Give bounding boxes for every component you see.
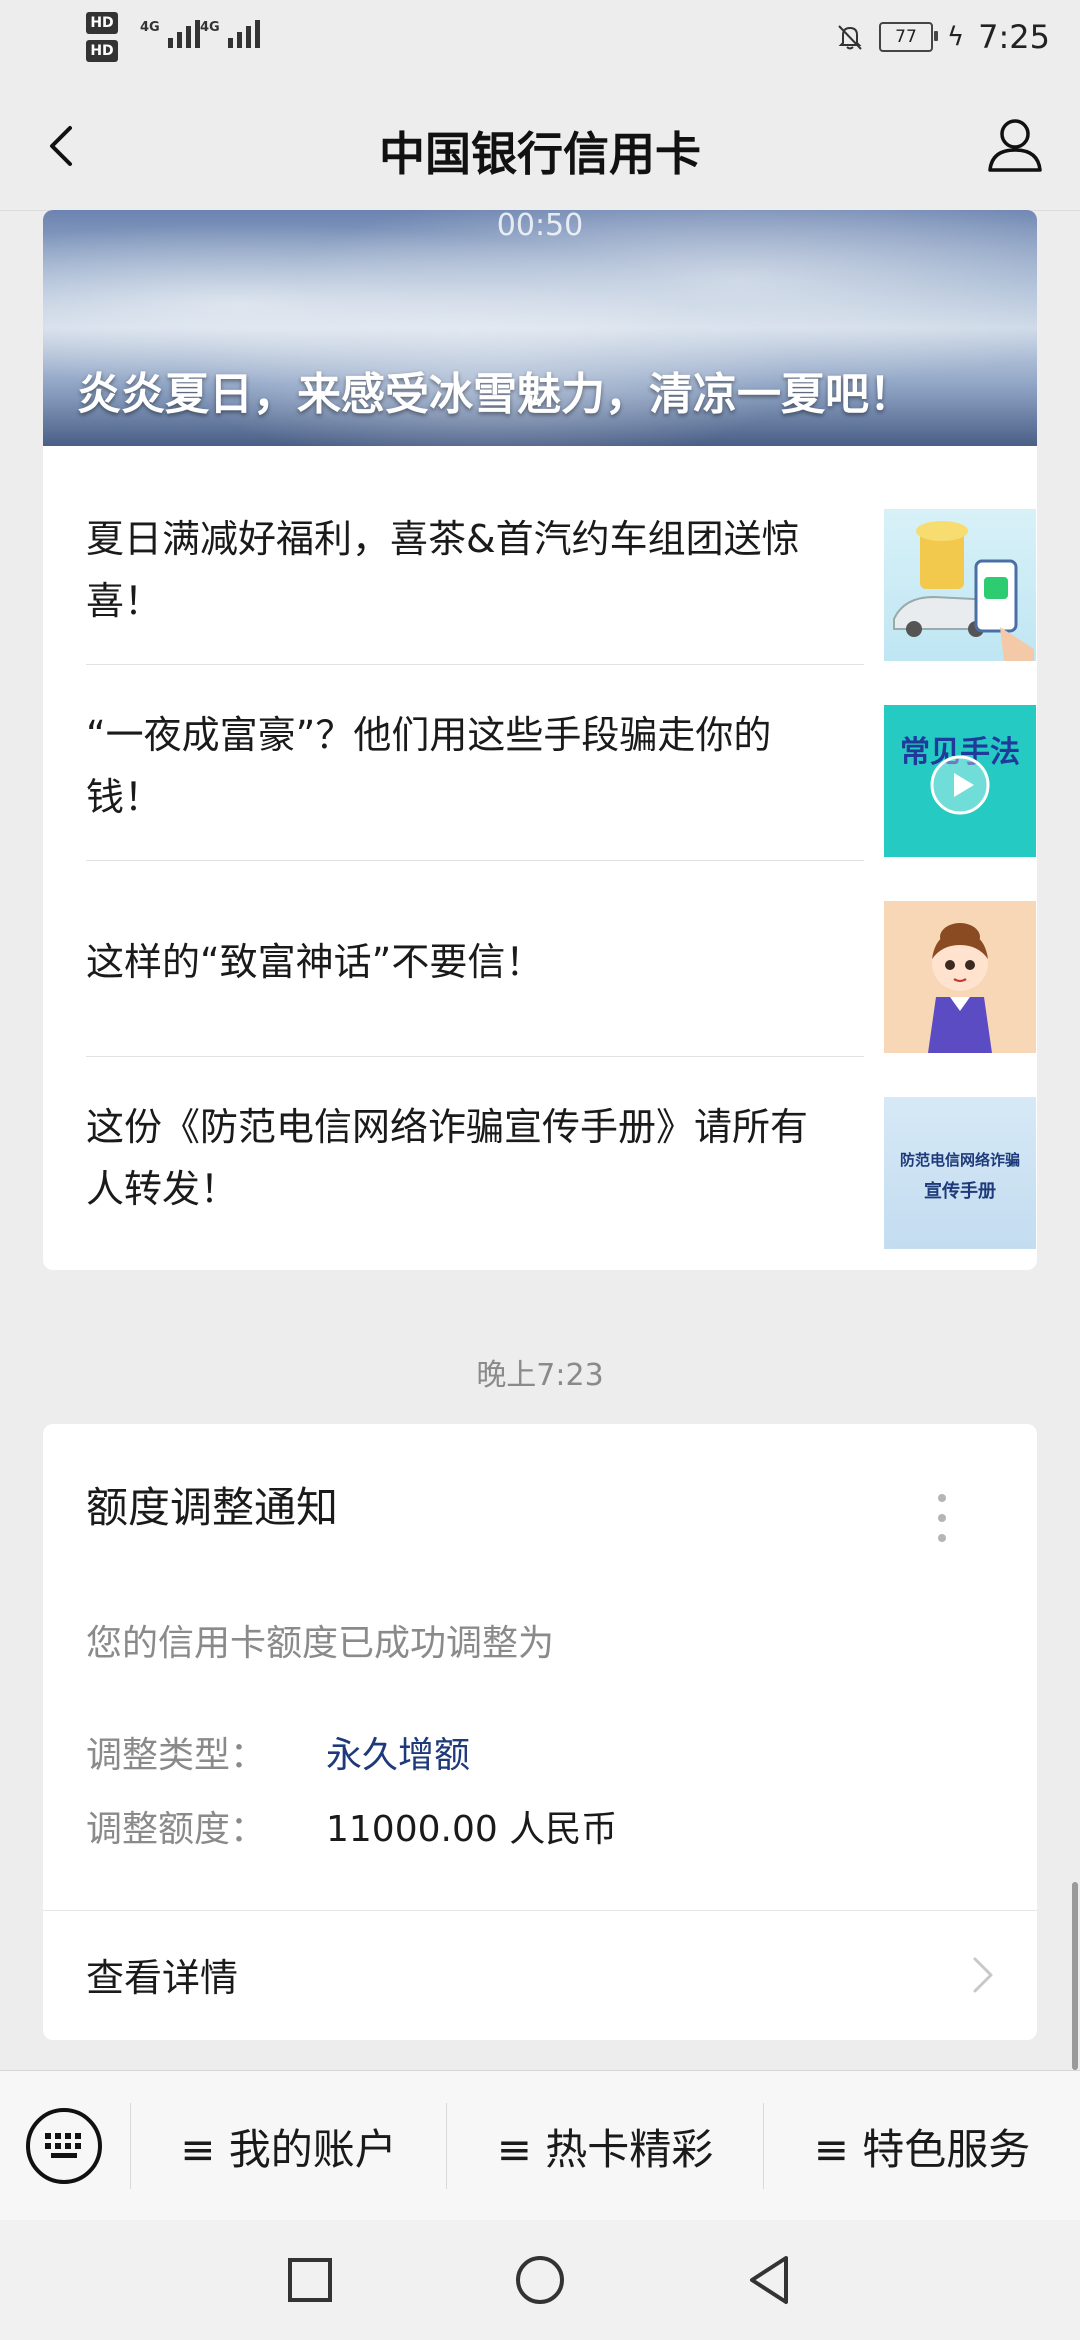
banner-video-time: 00:50 [496, 210, 584, 243]
bottom-menu: ≡ 我的账户 ≡ 热卡精彩 ≡ 特色服务 [0, 2070, 1080, 2221]
person-icon[interactable] [980, 110, 1050, 180]
cartoon-girl-thumbnail [884, 901, 1036, 1053]
recents-square-icon[interactable] [280, 2250, 340, 2310]
view-details-link[interactable]: 查看详情 [43, 1911, 1037, 2040]
adjust-type-label: 调整类型： [86, 1735, 267, 1776]
menu-special-services[interactable]: ≡ 特色服务 [764, 2071, 1080, 2221]
system-nav-bar [0, 2220, 1080, 2340]
menu-hot-cards[interactable]: ≡ 热卡精彩 [447, 2071, 763, 2221]
notice-title: 额度调整通知 [86, 1483, 339, 1532]
news-item-title: 夏日满减好福利，喜茶&首汽约车组团送惊喜！ [86, 517, 800, 623]
network-type-label-2: 4G [200, 20, 220, 35]
thumbnail-text-2: 宣传手册 [924, 1181, 996, 1202]
menu-my-account[interactable]: ≡ 我的账户 [131, 2071, 446, 2221]
banner-article[interactable]: 00:50 炎炎夏日，来感受冰雪魅力，清凉一夏吧！ [43, 210, 1037, 446]
chevron-right-icon [973, 1957, 993, 1993]
divider [86, 1056, 864, 1057]
notice-card: 额度调整通知 您的信用卡额度已成功调整为 调整类型： 永久增额 调整额度： 1100… [43, 1424, 1037, 2040]
chat-content[interactable]: 00:50 炎炎夏日，来感受冰雪魅力，清凉一夏吧！ 夏日满减好福利，喜茶&首汽约… [0, 210, 1080, 2070]
news-item-title: 这样的“致富神话”不要信！ [86, 940, 544, 984]
news-item-4[interactable]: 这份《防范电信网络诈骗宣传手册》请所有人转发！ 防范电信网络诈骗 宣传手册 [86, 1060, 1036, 1256]
clock: 7:25 [978, 18, 1050, 56]
signal-icon-2: 4G [200, 20, 260, 48]
adjust-type-row: 调整类型： 永久增额 [86, 1726, 470, 1778]
news-item-2[interactable]: “一夜成富豪”？他们用这些手段骗走你的钱！ 常见手法 [86, 668, 1036, 864]
adjust-amount-value: 11000.00 人民币 [326, 1809, 618, 1850]
divider [86, 664, 864, 665]
news-item-title: 这份《防范电信网络诈骗宣传手册》请所有人转发！ [86, 1105, 809, 1211]
adjust-type-value: 永久增额 [326, 1735, 471, 1776]
banner-caption: 炎炎夏日，来感受冰雪魅力，清凉一夏吧！ [77, 369, 913, 420]
news-card: 00:50 炎炎夏日，来感受冰雪魅力，清凉一夏吧！ 夏日满减好福利，喜茶&首汽约… [43, 210, 1037, 1270]
status-right: 77 ϟ 7:25 [835, 18, 1050, 56]
thumbnail-text-1: 防范电信网络诈骗 [899, 1151, 1020, 1169]
news-item-title: “一夜成富豪”？他们用这些手段骗走你的钱！ [86, 713, 772, 819]
video-thumbnail: 常见手法 [884, 705, 1036, 857]
nav-header: 中国银行信用卡 [0, 80, 1080, 211]
status-bar: HD HD 4G 4G 77 ϟ 7:25 [0, 0, 1080, 80]
handbook-thumbnail: 防范电信网络诈骗 宣传手册 [884, 1097, 1036, 1249]
back-triangle-icon[interactable] [740, 2250, 800, 2310]
adjust-amount-label: 调整额度： [86, 1809, 267, 1850]
more-vertical-icon[interactable] [927, 1494, 957, 1554]
news-item-3[interactable]: 这样的“致富神话”不要信！ [86, 864, 1036, 1060]
home-circle-icon[interactable] [510, 2250, 570, 2310]
hd-indicators: HD HD [86, 12, 118, 62]
battery-icon: 77 [878, 22, 938, 52]
keyboard-icon[interactable] [26, 2108, 102, 2184]
view-details-label: 查看详情 [86, 1956, 239, 2000]
bell-off-icon [838, 25, 862, 50]
notice-description: 您的信用卡额度已成功调整为 [86, 1623, 555, 1664]
page-title: 中国银行信用卡 [379, 127, 701, 181]
signal-icon: 4G [140, 20, 200, 48]
hd-badge-2: HD [86, 40, 118, 62]
divider [86, 860, 864, 861]
hd-badge-1: HD [86, 12, 118, 34]
message-timestamp: 晚上7:23 [476, 1358, 604, 1393]
play-icon [930, 755, 990, 815]
charging-icon: ϟ [946, 22, 965, 52]
network-type-label: 4G [140, 20, 160, 35]
news-item-1[interactable]: 夏日满减好福利，喜茶&首汽约车组团送惊喜！ [86, 472, 1036, 668]
adjust-amount-row: 调整额度： 11000.00 人民币 [86, 1800, 617, 1852]
news-thumbnail [884, 509, 1036, 661]
scrollbar[interactable] [1072, 1882, 1078, 2070]
